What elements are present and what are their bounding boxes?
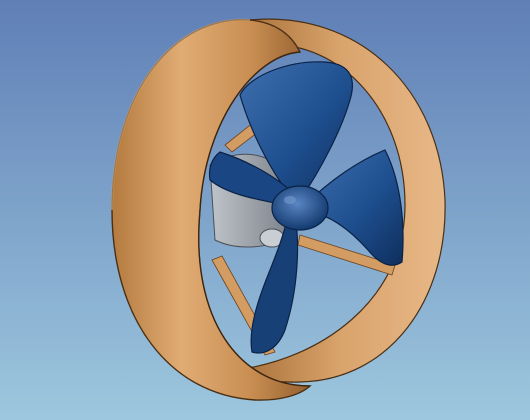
3d-viewport[interactable]: [0, 0, 530, 420]
propeller-hub: [271, 185, 329, 231]
model-render: [0, 0, 530, 420]
